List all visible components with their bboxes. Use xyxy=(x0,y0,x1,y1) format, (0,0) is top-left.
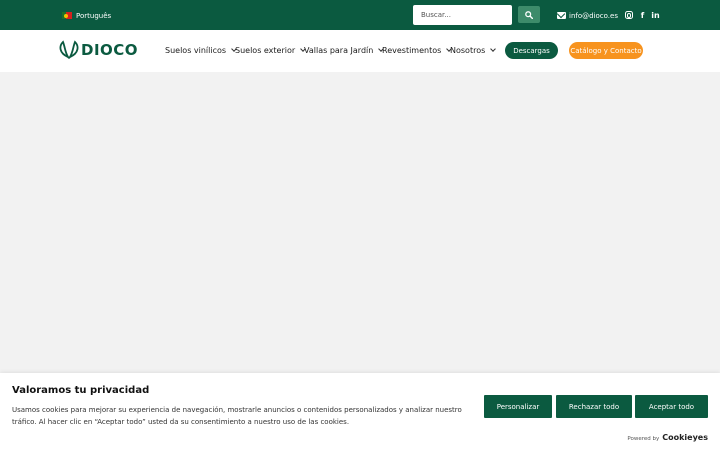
chevron-down-icon xyxy=(490,46,497,52)
reject-all-button[interactable]: Rechazar todo xyxy=(556,395,632,418)
facebook-icon[interactable]: f xyxy=(638,10,647,20)
personalize-button[interactable]: Personalizar xyxy=(484,395,552,418)
powered-by-label: Powered by xyxy=(627,436,660,442)
nav-item-nosotros[interactable]: Nosotros xyxy=(450,44,497,56)
search-input[interactable] xyxy=(413,5,512,25)
hero-area xyxy=(0,72,720,372)
nav-item-label: Suelos exterior xyxy=(235,45,296,55)
nav-item-label: Nosotros xyxy=(450,45,486,55)
email-link[interactable]: info@dioco.es xyxy=(557,10,618,21)
language-label: Português xyxy=(76,11,112,20)
main-navigation: DIOCO Suelos vinílicos Suelos exterior V… xyxy=(0,30,720,72)
linkedin-icon[interactable]: in xyxy=(651,10,660,20)
descargas-button[interactable]: Descargas xyxy=(505,42,558,59)
cookieyes-logo: Cookieyes xyxy=(662,433,708,442)
nav-item-label: Revestimentos xyxy=(382,45,442,55)
cookie-title: Valoramos tu privacidad xyxy=(12,385,150,396)
leaf-logo-icon xyxy=(59,40,79,59)
logo[interactable]: DIOCO xyxy=(59,40,138,59)
nav-item-revestimentos[interactable]: Revestimentos xyxy=(382,44,453,56)
nav-item-suelos-vinilicos[interactable]: Suelos vinílicos xyxy=(165,44,237,56)
search-button[interactable] xyxy=(518,6,540,23)
nav-item-label: Suelos vinílicos xyxy=(165,45,227,55)
envelope-icon xyxy=(557,12,566,19)
search-icon xyxy=(525,10,533,19)
catalogo-contacto-button[interactable]: Catálogo y Contacto xyxy=(569,42,643,59)
nav-item-vallas-para-jardin[interactable]: Vallas para Jardín xyxy=(304,44,385,56)
language-selector[interactable]: Português xyxy=(62,10,111,21)
accept-all-button[interactable]: Aceptar todo xyxy=(635,395,708,418)
portugal-flag-icon xyxy=(62,12,72,19)
instagram-icon[interactable] xyxy=(624,10,633,20)
nav-item-label: Vallas para Jardín xyxy=(304,45,374,55)
powered-by[interactable]: Powered by Cookieyes xyxy=(627,433,708,442)
cookie-description: Usamos cookies para mejorar su experienc… xyxy=(12,406,462,426)
email-label: info@dioco.es xyxy=(569,11,618,20)
top-bar: Português info@dioco.es f in xyxy=(0,0,720,30)
cookie-banner: Valoramos tu privacidad Usamos cookies p… xyxy=(0,373,720,450)
nav-item-suelos-exterior[interactable]: Suelos exterior xyxy=(235,44,307,56)
logo-text: DIOCO xyxy=(81,40,139,59)
